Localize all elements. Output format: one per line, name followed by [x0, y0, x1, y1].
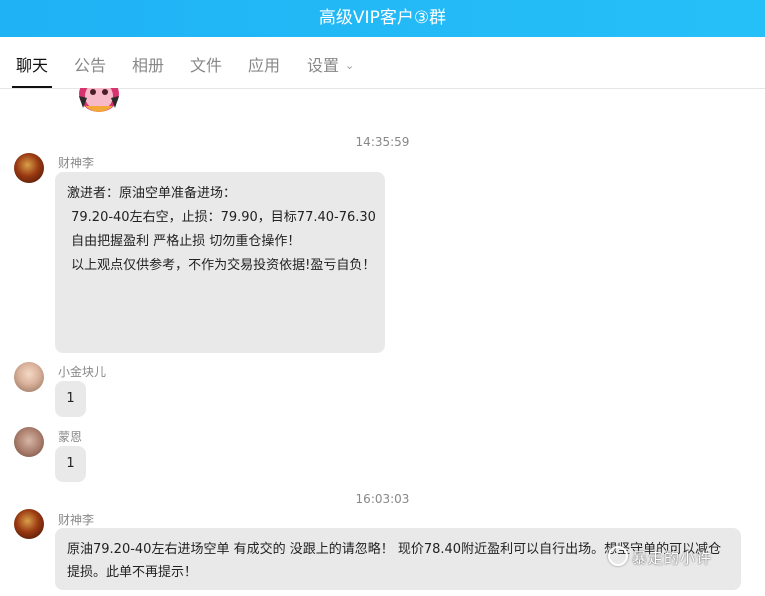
tab-label: 相册 [132, 56, 165, 75]
chat-area[interactable]: 14:35:59 财神李 激进者：原油空单准备进场： 79.20-40左右空，止… [0, 88, 765, 596]
sender-name[interactable]: 财神李 [58, 154, 94, 171]
tab-chat[interactable]: 聊天 [11, 37, 53, 88]
message-bubble[interactable]: 1 [55, 381, 86, 417]
wechat-logo-icon [608, 546, 628, 566]
message-line: 激进者：原油空单准备进场： [67, 186, 237, 201]
watermark-text: 暴走的小许 [632, 549, 713, 567]
tab-apps[interactable]: 应用 [248, 37, 280, 88]
tab-label: 文件 [190, 56, 223, 75]
tab-bar: 聊天 公告 相册 文件 应用 设置 ⌄ [0, 37, 765, 89]
sender-name[interactable]: 蒙恩 [58, 428, 82, 445]
mengen-avatar[interactable] [14, 427, 44, 457]
sender-name[interactable]: 财神李 [58, 511, 94, 528]
sender-name[interactable]: 小金块儿 [58, 363, 106, 380]
timestamp: 14:35:59 [355, 135, 410, 149]
timestamp: 16:03:03 [355, 492, 410, 506]
tab-files[interactable]: 文件 [190, 37, 222, 88]
tab-settings[interactable]: 设置 ⌄ [307, 37, 354, 88]
tab-label: 设置 [307, 56, 340, 75]
tab-album[interactable]: 相册 [132, 37, 164, 88]
message-bubble[interactable]: 激进者：原油空单准备进场： 79.20-40左右空，止损：79.90，目标77.… [55, 172, 385, 353]
tab-label: 公告 [74, 56, 107, 75]
message-line: 79.20-40左右空，止损：79.90，目标77.40-76.30 [67, 210, 376, 225]
tab-label: 聊天 [16, 56, 49, 75]
message-line: 以上观点仅供参考，不作为交易投资依据!盈亏自负！ [67, 258, 376, 273]
tab-announcement[interactable]: 公告 [74, 37, 106, 88]
window-title: 高级VIP客户③群 [318, 8, 447, 28]
message-bubble[interactable]: 1 [55, 446, 86, 482]
xiaojinkuaier-avatar[interactable] [14, 362, 44, 392]
tab-label: 应用 [248, 56, 281, 75]
chevron-down-icon: ⌄ [345, 59, 355, 72]
penguin-sticker [79, 88, 119, 112]
message-line: 自由把握盈利 严格止损 切勿重仓操作！ [67, 234, 301, 249]
caishenli-avatar[interactable] [14, 153, 44, 183]
caishenli-avatar[interactable] [14, 509, 44, 539]
window-title-bar: 高级VIP客户③群 [0, 0, 765, 37]
watermark: 暴走的小许 [608, 546, 712, 568]
